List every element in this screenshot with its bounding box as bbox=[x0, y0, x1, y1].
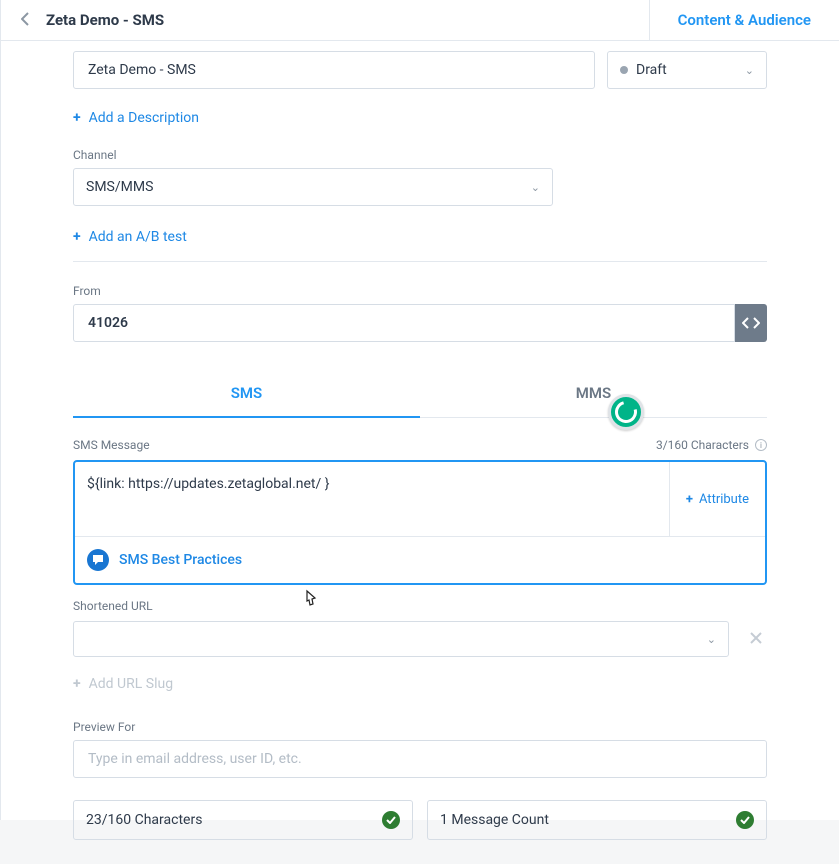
from-row bbox=[73, 304, 767, 342]
chevron-left-icon bbox=[21, 12, 30, 26]
check-icon bbox=[736, 811, 754, 829]
add-ab-label: Add an A/B test bbox=[89, 229, 187, 245]
from-input[interactable] bbox=[73, 304, 735, 342]
info-icon[interactable]: i bbox=[755, 439, 767, 451]
char-count-pill: 23/160 Characters bbox=[73, 800, 413, 840]
shortened-url-row: ⌄ bbox=[73, 621, 767, 657]
channel-label: Channel bbox=[73, 148, 767, 162]
sms-message-box: ${link: https://updates.zetaglobal.net/ … bbox=[73, 460, 767, 585]
status-value: Draft bbox=[636, 62, 667, 78]
name-status-row: Draft ⌄ bbox=[73, 51, 767, 89]
sms-message-label: SMS Message bbox=[73, 438, 150, 452]
sms-message-main: ${link: https://updates.zetaglobal.net/ … bbox=[75, 462, 765, 536]
status-dropdown[interactable]: Draft ⌄ bbox=[607, 51, 767, 89]
channel-value: SMS/MMS bbox=[86, 179, 153, 195]
check-icon bbox=[382, 811, 400, 829]
code-icon bbox=[742, 316, 760, 330]
message-count-text: 1 Message Count bbox=[440, 812, 549, 828]
back-button[interactable] bbox=[13, 7, 38, 34]
form-content: Draft ⌄ + Add a Description Channel SMS/… bbox=[1, 51, 839, 864]
top-bar: Zeta Demo - SMS Content & Audience bbox=[1, 0, 839, 41]
sms-message-header: SMS Message 3/160 Characters i bbox=[73, 438, 767, 452]
preview-for-input[interactable] bbox=[73, 740, 767, 778]
add-slug-label: Add URL Slug bbox=[89, 676, 173, 692]
plus-icon: + bbox=[73, 229, 81, 245]
preview-for-text[interactable] bbox=[86, 750, 754, 768]
add-description-link[interactable]: + Add a Description bbox=[73, 110, 199, 126]
tab-sms[interactable]: SMS bbox=[73, 370, 420, 418]
shortened-url-dropdown[interactable]: ⌄ bbox=[73, 621, 729, 657]
preview-for-label: Preview For bbox=[73, 720, 767, 734]
sms-message-text: ${link: https://updates.zetaglobal.net/ … bbox=[87, 476, 329, 492]
content-audience-tab[interactable]: Content & Audience bbox=[649, 0, 839, 40]
shortened-url-label: Shortened URL bbox=[73, 599, 767, 613]
char-count-text: 23/160 Characters bbox=[86, 812, 202, 828]
code-toggle-button[interactable] bbox=[735, 304, 767, 342]
attribute-label: Attribute bbox=[699, 492, 749, 507]
campaign-name-input[interactable] bbox=[73, 51, 595, 89]
chevron-down-icon: ⌄ bbox=[745, 64, 754, 77]
cursor-pointer-icon bbox=[301, 589, 319, 615]
divider bbox=[73, 261, 767, 262]
tab-mms[interactable]: MMS bbox=[420, 370, 767, 418]
add-attribute-button[interactable]: + Attribute bbox=[669, 462, 765, 536]
plus-icon: + bbox=[73, 676, 81, 692]
channel-dropdown[interactable]: SMS/MMS ⌄ bbox=[73, 168, 553, 206]
from-label: From bbox=[73, 284, 767, 298]
message-count-pill: 1 Message Count bbox=[427, 800, 767, 840]
campaign-editor-panel: Zeta Demo - SMS Content & Audience Draft… bbox=[0, 0, 839, 820]
char-counter: 3/160 Characters i bbox=[656, 438, 767, 452]
from-value[interactable] bbox=[86, 314, 722, 332]
add-description-label: Add a Description bbox=[89, 110, 199, 126]
page-title: Zeta Demo - SMS bbox=[46, 11, 164, 29]
chevron-down-icon: ⌄ bbox=[531, 181, 540, 194]
plus-icon: + bbox=[73, 110, 81, 126]
add-ab-test-link[interactable]: + Add an A/B test bbox=[73, 229, 187, 245]
chevron-down-icon: ⌄ bbox=[707, 633, 716, 646]
best-practices-row: SMS Best Practices bbox=[75, 536, 765, 583]
best-practices-link[interactable]: SMS Best Practices bbox=[119, 552, 242, 568]
char-text: 3/160 Characters bbox=[656, 438, 749, 452]
close-icon bbox=[749, 631, 763, 645]
message-type-tabs: SMS MMS bbox=[73, 370, 767, 418]
message-icon bbox=[87, 549, 109, 571]
sms-message-textarea[interactable]: ${link: https://updates.zetaglobal.net/ … bbox=[75, 462, 669, 536]
grammarly-badge[interactable] bbox=[608, 394, 644, 430]
status-dot-icon bbox=[620, 66, 628, 74]
campaign-name-text[interactable] bbox=[86, 61, 582, 79]
plus-icon: + bbox=[686, 492, 693, 507]
counter-row: 23/160 Characters 1 Message Count bbox=[73, 800, 767, 840]
add-url-slug-link[interactable]: + Add URL Slug bbox=[73, 676, 173, 692]
remove-url-button[interactable] bbox=[745, 625, 767, 654]
